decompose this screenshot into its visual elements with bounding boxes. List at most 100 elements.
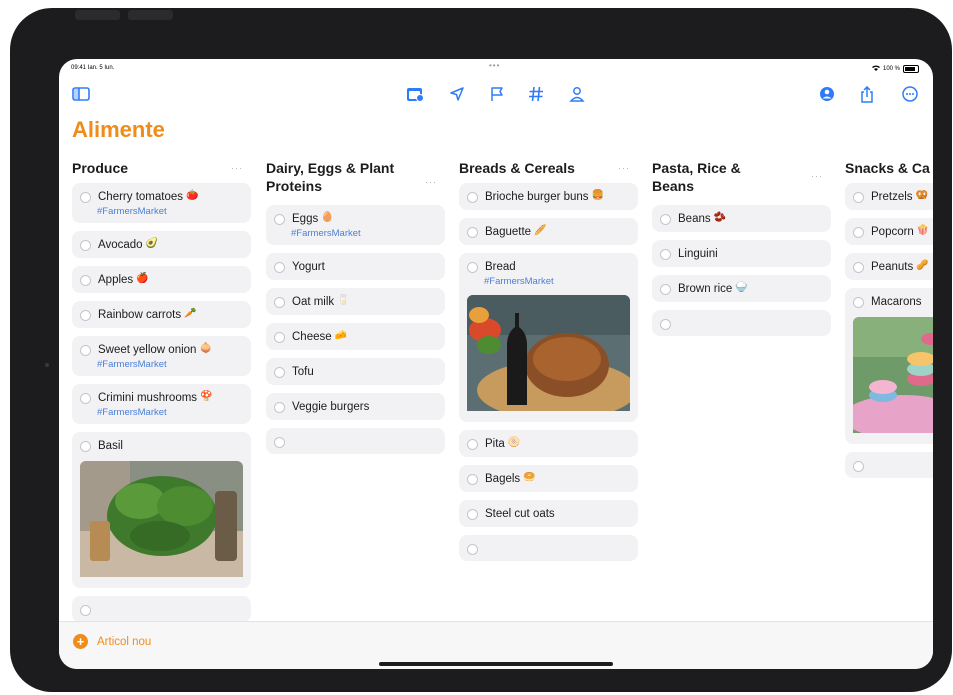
checkbox-circle[interactable] [660, 284, 671, 295]
macarons-photo[interactable] [853, 317, 933, 438]
list-item[interactable]: Yogurt [266, 253, 445, 280]
checkbox-circle[interactable] [467, 509, 478, 520]
checkbox-circle[interactable] [274, 262, 285, 273]
column-more-button[interactable]: ··· [618, 163, 630, 173]
hashtag-icon[interactable] [525, 83, 547, 105]
checkbox-circle[interactable] [274, 437, 285, 448]
empty-new-item[interactable] [72, 596, 251, 621]
list-item[interactable]: Peanuts 🥜 [845, 253, 933, 280]
list-item[interactable]: Popcorn 🍿 [845, 218, 933, 245]
list-item[interactable]: Beans 🫘 [652, 205, 831, 232]
checkbox-circle[interactable] [660, 249, 671, 260]
item-text: Rainbow carrots [98, 309, 182, 321]
multitasking-dots[interactable]: ••• [489, 61, 500, 70]
item-tag[interactable]: #FarmersMarket [484, 276, 630, 287]
checkbox-circle[interactable] [467, 544, 478, 555]
list-item[interactable]: Veggie burgers [266, 393, 445, 420]
list-item[interactable]: Oat milk 🥛 [266, 288, 445, 315]
checkbox-circle[interactable] [660, 319, 671, 330]
empty-new-item[interactable] [845, 452, 933, 478]
checkbox-circle[interactable] [467, 227, 478, 238]
checkbox-circle[interactable] [853, 461, 864, 472]
item-tag[interactable]: #FarmersMarket [97, 359, 243, 370]
list-item[interactable]: Bagels 🥯 [459, 465, 638, 492]
more-circle-icon[interactable] [899, 83, 921, 105]
list-item[interactable]: Basil [72, 432, 251, 588]
mushroom-icon: 🍄 [200, 391, 213, 402]
flag-icon[interactable] [486, 83, 508, 105]
empty-new-item[interactable] [652, 310, 831, 336]
list-item[interactable]: Bread #FarmersMarket [459, 253, 638, 422]
new-item-button[interactable]: Articol nou [97, 636, 151, 648]
list-item[interactable]: Macarons [845, 288, 933, 444]
column-title: Pasta, Rice & Beans [652, 160, 741, 194]
empty-new-item[interactable] [459, 535, 638, 561]
basil-photo[interactable] [80, 461, 243, 582]
checkbox-circle[interactable] [853, 297, 864, 308]
flatbread-icon: 🫓 [507, 437, 521, 448]
list-item[interactable]: Apples 🍎 [72, 266, 251, 293]
item-text: Sweet yellow onion [98, 344, 197, 356]
list-item[interactable]: Rainbow carrots 🥕 [72, 301, 251, 328]
share-icon[interactable] [856, 83, 878, 105]
item-tag[interactable]: #FarmersMarket [291, 228, 437, 239]
list-item[interactable]: Cherry tomatoes 🍅 #FarmersMarket [72, 183, 251, 223]
sidebar-icon[interactable] [70, 83, 92, 105]
calendar-badge-icon[interactable] [404, 83, 426, 105]
list-item[interactable]: Tofu [266, 358, 445, 385]
item-tag[interactable]: #FarmersMarket [97, 206, 243, 217]
plus-circle-icon[interactable]: + [73, 634, 88, 649]
checkbox-circle[interactable] [80, 310, 91, 321]
home-indicator[interactable] [379, 662, 613, 666]
milk-icon: 🥛 [337, 295, 350, 306]
checkbox-circle[interactable] [660, 214, 671, 225]
toolbar [59, 83, 933, 109]
item-tag[interactable]: #FarmersMarket [97, 407, 243, 418]
column-more-button[interactable]: ··· [425, 177, 437, 187]
list-item[interactable]: Brown rice 🍚 [652, 275, 831, 302]
list-item[interactable]: Avocado 🥑 [72, 231, 251, 258]
checkbox-circle[interactable] [80, 605, 91, 616]
checkbox-circle[interactable] [80, 192, 91, 203]
checkbox-circle[interactable] [274, 214, 285, 225]
checkbox-circle[interactable] [467, 439, 478, 450]
checkbox-circle[interactable] [467, 262, 478, 273]
checkbox-circle[interactable] [274, 367, 285, 378]
list-item[interactable]: Steel cut oats [459, 500, 638, 527]
pretzel-icon: 🥨 [915, 190, 928, 201]
checkbox-circle[interactable] [467, 474, 478, 485]
item-text: Peanuts [871, 261, 914, 273]
checkbox-circle[interactable] [80, 240, 91, 251]
list-item[interactable]: Cheese 🧀 [266, 323, 445, 350]
empty-new-item[interactable] [266, 428, 445, 454]
item-text: Brown rice [678, 283, 733, 295]
share-person-icon[interactable] [816, 83, 838, 105]
column-title: Produce [72, 160, 129, 176]
list-item[interactable]: Baguette 🥖 [459, 218, 638, 245]
list-item[interactable]: Brioche burger buns 🍔 [459, 183, 638, 210]
checkbox-circle[interactable] [274, 402, 285, 413]
list-item[interactable]: Linguini [652, 240, 831, 267]
column-more-button[interactable]: ··· [811, 171, 823, 181]
checkbox-circle[interactable] [80, 393, 91, 404]
checkbox-circle[interactable] [853, 227, 864, 238]
onion-icon: 🧅 [199, 343, 212, 354]
checkbox-circle[interactable] [274, 332, 285, 343]
list-item[interactable]: Pretzels 🥨 [845, 183, 933, 210]
ipad-frame: 09:41 Ian. 5 Iun. ••• 100 % Alimente Pro… [10, 8, 952, 692]
checkbox-circle[interactable] [853, 262, 864, 273]
checkbox-circle[interactable] [853, 192, 864, 203]
list-item[interactable]: Crimini mushrooms 🍄 #FarmersMarket [72, 384, 251, 424]
list-item[interactable]: Eggs 🥚 #FarmersMarket [266, 205, 445, 245]
list-item[interactable]: Sweet yellow onion 🧅 #FarmersMarket [72, 336, 251, 376]
checkbox-circle[interactable] [467, 192, 478, 203]
checkbox-circle[interactable] [80, 345, 91, 356]
person-icon[interactable] [566, 83, 588, 105]
checkbox-circle[interactable] [80, 275, 91, 286]
location-arrow-icon[interactable] [446, 83, 468, 105]
column-more-button[interactable]: ··· [231, 163, 243, 173]
checkbox-circle[interactable] [80, 441, 91, 452]
bread-photo[interactable] [467, 295, 630, 416]
list-item[interactable]: Pita 🫓 [459, 430, 638, 457]
checkbox-circle[interactable] [274, 297, 285, 308]
